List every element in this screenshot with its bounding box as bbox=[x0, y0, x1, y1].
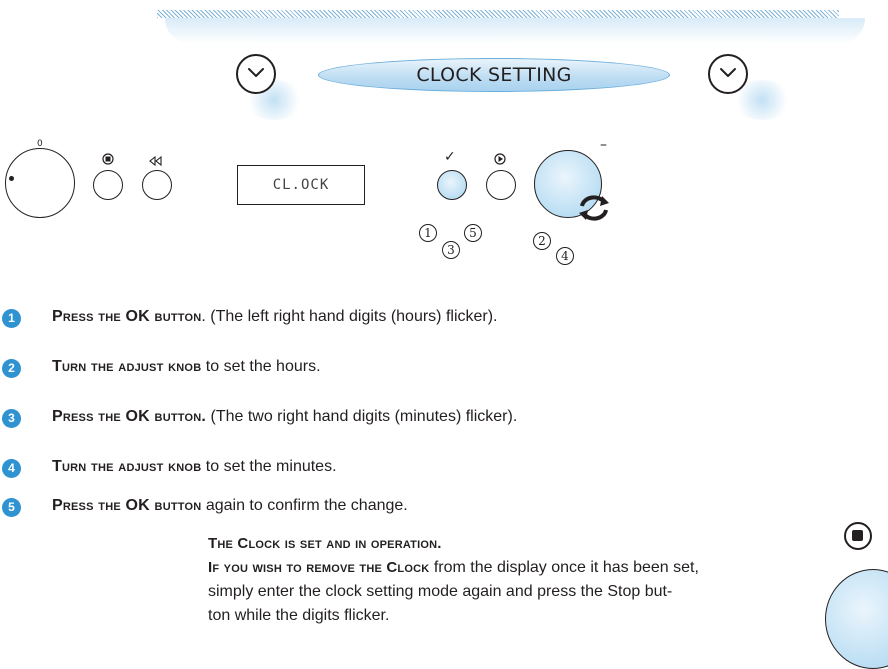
ok-button[interactable] bbox=[437, 170, 467, 200]
step-action: Press the OK button. bbox=[52, 408, 207, 425]
circled-number: 1 bbox=[419, 224, 437, 242]
circled-number: 2 bbox=[533, 232, 551, 250]
stop-icon bbox=[844, 522, 872, 550]
step-action: Turn the adjust knob bbox=[52, 458, 202, 475]
step-number-badge: 5 bbox=[2, 498, 21, 517]
step-text: again to confirm the change. bbox=[201, 497, 408, 514]
step-number-badge: 4 bbox=[2, 459, 21, 478]
stop-button[interactable] bbox=[93, 170, 123, 200]
top-band-shadow bbox=[165, 18, 865, 44]
stop-button-large[interactable] bbox=[825, 569, 888, 669]
step-text: to set the minutes. bbox=[201, 458, 337, 475]
circled-number: 5 bbox=[464, 224, 482, 242]
circled-number: 4 bbox=[556, 247, 574, 265]
ok-check-mark: ✓ bbox=[444, 149, 456, 165]
note-heading: The Clock is set and in operation. bbox=[208, 535, 442, 552]
rewind-button[interactable] bbox=[142, 170, 172, 200]
step-action: Turn the adjust knob bbox=[52, 358, 202, 375]
top-hatch-band bbox=[157, 10, 839, 18]
circled-number: 3 bbox=[442, 241, 460, 259]
note-line-2: simply enter the clock setting mode agai… bbox=[208, 583, 673, 600]
note-block: The Clock is set and in operation. If yo… bbox=[208, 532, 728, 628]
play-icon bbox=[494, 150, 506, 169]
stop-icon bbox=[102, 150, 114, 169]
note-line-1: If you wish to remove the Clock from the… bbox=[208, 556, 728, 580]
step-number-badge: 2 bbox=[2, 359, 21, 378]
step-number-badge: 1 bbox=[2, 309, 21, 328]
selector-knob[interactable] bbox=[5, 148, 75, 218]
step-action: Press the OK button bbox=[52, 497, 202, 514]
chevron-down-icon[interactable] bbox=[708, 54, 748, 94]
step-number-badge: 3 bbox=[2, 409, 21, 428]
step-text: . (The left right hand digits (hours) fl… bbox=[201, 308, 498, 325]
step-action: Press the OK button bbox=[52, 308, 202, 325]
minus-mark: – bbox=[600, 137, 607, 153]
note-line-3: ton while the digits flicker. bbox=[208, 607, 390, 624]
step-text: to set the hours. bbox=[201, 358, 321, 375]
rewind-icon bbox=[149, 151, 163, 170]
rotate-arrows-icon bbox=[576, 192, 612, 228]
note-line-1-rest: from the display once it has been set, bbox=[429, 559, 699, 576]
play-button[interactable] bbox=[486, 170, 516, 200]
step-text: (The two right hand digits (minutes) fli… bbox=[206, 408, 518, 425]
lcd-display: CL.OCK bbox=[237, 165, 365, 205]
page-title: CLOCK SETTING bbox=[318, 58, 670, 92]
chevron-down-icon[interactable] bbox=[236, 54, 276, 94]
note-lead: If you wish to remove the Clock bbox=[208, 559, 430, 576]
knob-indicator-dot bbox=[9, 176, 14, 181]
